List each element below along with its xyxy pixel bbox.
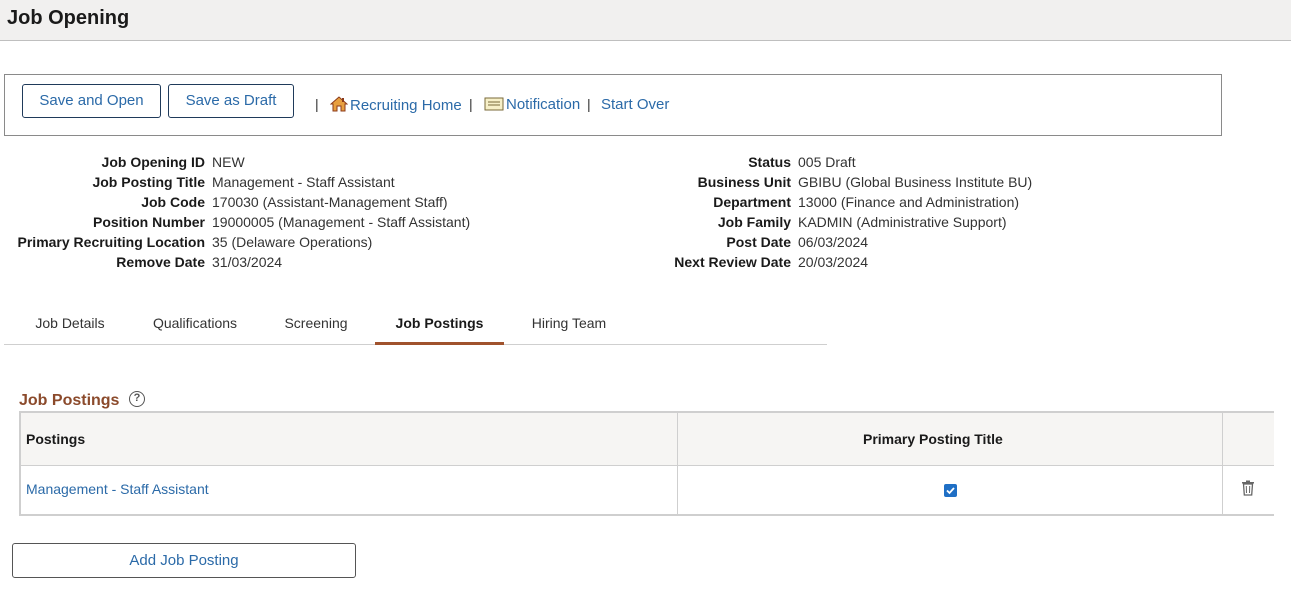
section-title: Job Postings — [19, 392, 120, 409]
column-header-postings: Postings — [21, 413, 678, 466]
field-row: Job Family KADMIN (Administrative Support… — [640, 212, 1032, 232]
primary-posting-checkbox[interactable] — [944, 484, 957, 497]
field-row: Next Review Date 20/03/2024 — [640, 252, 1032, 272]
field-row: Remove Date 31/03/2024 — [4, 252, 470, 272]
field-value: 31/03/2024 — [212, 254, 283, 270]
field-value: 06/03/2024 — [798, 234, 869, 250]
job-postings-grid: Postings Primary Posting Title Managemen… — [19, 411, 1274, 516]
field-label: Job Opening ID — [101, 154, 205, 170]
field-label: Next Review Date — [674, 254, 791, 270]
field-value: NEW — [212, 154, 245, 170]
toolbar: Save and Open Save as Draft | Recruiting… — [4, 74, 1222, 136]
field-label: Job Code — [141, 194, 205, 210]
field-label: Position Number — [92, 214, 205, 230]
recruiting-home-label: Recruiting Home — [350, 97, 462, 114]
field-row: Job Code 170030 (Assistant-Management Sta… — [4, 192, 470, 212]
help-icon[interactable]: ? — [129, 391, 145, 407]
posting-link[interactable]: Management - Staff Assistant — [26, 481, 209, 497]
field-label: Remove Date — [116, 254, 205, 270]
field-row: Job Opening ID NEW — [4, 152, 470, 172]
column-header-label: Primary Posting Title — [863, 431, 1003, 447]
tab-job-postings[interactable]: Job Postings — [375, 302, 504, 345]
page-header: Job Opening — [0, 0, 1291, 41]
field-value: 13000 (Finance and Administration) — [798, 194, 1020, 210]
field-value: 19000005 (Management - Staff Assistant) — [212, 214, 471, 230]
toolbar-separator: | — [315, 96, 319, 112]
job-opening-fields-left: Job Opening ID NEW Job Posting Title Manag… — [4, 152, 471, 272]
notification-link[interactable]: Notification — [484, 96, 580, 115]
start-over-link[interactable]: Start Over — [601, 96, 669, 113]
checkmark-icon — [946, 487, 955, 495]
field-row: Status 005 Draft — [640, 152, 1032, 172]
trash-icon — [1242, 480, 1254, 496]
job-opening-fields-right: Status 005 Draft Business Unit GBIBU (Glob… — [640, 152, 1032, 272]
tab-hiring-team[interactable]: Hiring Team — [516, 302, 622, 345]
field-row: Business Unit GBIBU (Global Business Inst… — [640, 172, 1033, 192]
column-header-actions — [1223, 413, 1274, 466]
field-value: GBIBU (Global Business Institute BU) — [798, 174, 1033, 190]
field-label: Department — [713, 194, 791, 210]
field-value: KADMIN (Administrative Support) — [798, 214, 1007, 230]
tab-bar: Job Details Qualifications Screening Job… — [4, 302, 827, 345]
table-row: Management - Staff Assistant — [21, 466, 678, 514]
field-row: Department 13000 (Finance and Administrat… — [640, 192, 1032, 212]
table-cell-primary — [678, 466, 1223, 514]
toolbar-separator: | — [469, 96, 473, 112]
column-header-primary-posting-title: Primary Posting Title — [678, 413, 1223, 466]
field-label: Job Family — [717, 214, 791, 230]
field-row: Post Date 06/03/2024 — [640, 232, 1032, 252]
delete-row-button[interactable] — [1241, 480, 1255, 499]
tab-qualifications[interactable]: Qualifications — [140, 302, 250, 345]
toolbar-separator: | — [587, 96, 591, 112]
notification-label: Notification — [506, 96, 581, 113]
field-value: 35 (Delaware Operations) — [212, 234, 373, 250]
field-label: Post Date — [726, 234, 791, 250]
field-label: Business Unit — [697, 174, 791, 190]
save-as-draft-button[interactable]: Save as Draft — [168, 84, 294, 118]
column-header-label: Postings — [26, 431, 86, 447]
tab-job-details[interactable]: Job Details — [20, 302, 120, 345]
field-value: 170030 (Assistant-Management Staff) — [212, 194, 448, 210]
field-value: Management - Staff Assistant — [212, 174, 395, 190]
save-and-open-button[interactable]: Save and Open — [22, 84, 161, 118]
notification-icon — [484, 97, 504, 115]
field-row: Position Number 19000005 (Management - St… — [4, 212, 470, 232]
field-value: 005 Draft — [798, 154, 856, 170]
field-value: 20/03/2024 — [798, 254, 869, 270]
field-label: Job Posting Title — [92, 174, 205, 190]
field-row: Primary Recruiting Location 35 (Delaware … — [4, 232, 470, 252]
table-cell-actions — [1223, 466, 1274, 514]
add-job-posting-button[interactable]: Add Job Posting — [12, 543, 356, 578]
page-title: Job Opening — [7, 7, 130, 29]
field-label: Status — [748, 154, 791, 170]
field-row: Job Posting Title Management - Staff Assi… — [4, 172, 470, 192]
tab-screening[interactable]: Screening — [270, 302, 362, 345]
home-icon — [329, 96, 349, 116]
field-label: Primary Recruiting Location — [17, 234, 205, 250]
recruiting-home-link[interactable]: Recruiting Home — [329, 96, 462, 116]
